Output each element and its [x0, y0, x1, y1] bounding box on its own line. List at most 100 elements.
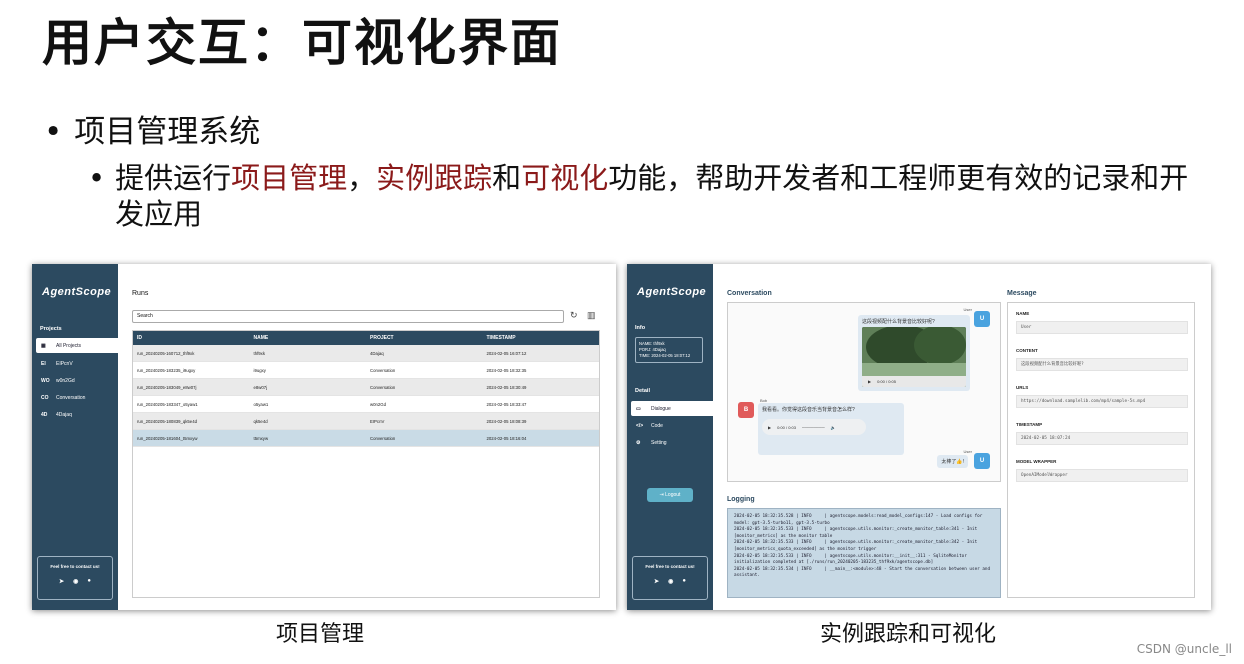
- table-row[interactable]: run_20240205-180839_qk5e4d qk5e4d EIPcnV 20…: [133, 413, 599, 430]
- cell-id: run_20240205-183235_i9ugxy: [137, 367, 196, 373]
- cell-project: w0n2Gd: [370, 401, 387, 407]
- sidebar-item-label: All Projects: [56, 342, 82, 349]
- message-panel: NAME User CONTENT 这段视频配什么背景音比较好呢? URLS h…: [1007, 302, 1195, 598]
- table-header: ID NAME PROJECT TIMESTAMP: [133, 331, 599, 345]
- audio-player[interactable]: ▶ 0:00 / 0:03 ──────── 🔈: [762, 419, 866, 435]
- message-text: 这段视频配什么背景音比较好呢?: [862, 319, 935, 325]
- sidebar-item-setting[interactable]: ⚙ Setting: [631, 435, 713, 450]
- bullet-level1: • 项目管理系统: [44, 112, 260, 152]
- chat-icon: ▭: [636, 405, 641, 412]
- bob-avatar: B: [738, 402, 754, 418]
- cell-id: run_20240205-183049_e8w07j: [137, 384, 197, 390]
- logout-label: Logout: [665, 492, 681, 498]
- sidebar-item-project[interactable]: EI EIPcnV: [36, 356, 118, 371]
- contact-label: Feel free to contact us!: [645, 564, 695, 569]
- highlight-instance-tracking: 实例跟踪: [376, 161, 493, 195]
- cell-project: Conversation: [370, 435, 396, 441]
- logout-button[interactable]: ⇥ Logout: [647, 488, 693, 502]
- cell-timestamp: 2024-02-05 18:16:04: [486, 435, 527, 441]
- column-header[interactable]: ID: [133, 335, 250, 341]
- code-icon: </>: [636, 422, 644, 429]
- conversation-panel: User U 这段视频配什么背景音比较好呢? ▶ 0:00 / 0:05 Bob…: [727, 302, 1001, 482]
- video-time: 0:00 / 0:05: [877, 379, 896, 384]
- sidebar: AgentScope Projects ▦ All Projects EI EI…: [32, 264, 118, 610]
- cell-project: EIPcnV: [370, 418, 385, 424]
- table-row-selected[interactable]: run_20240205-181604_t5mxyw t5mxyw Conversa…: [133, 430, 599, 447]
- logo: AgentScope: [637, 286, 707, 298]
- table-row[interactable]: run_20240205-183235_i9ugxy i9ugxy Conversa…: [133, 362, 599, 379]
- play-icon[interactable]: ▶: [868, 379, 871, 384]
- cell-project: 4Dajaq: [370, 350, 384, 356]
- field-label: TIMESTAMP: [1016, 422, 1043, 427]
- sidebar: AgentScope Info NAME: thf9xk PORJ: 4Daja…: [627, 264, 713, 610]
- contact-label: Feel free to contact us!: [50, 564, 100, 569]
- user-avatar: U: [974, 311, 990, 327]
- log-output: 2024-02-05 18:32:35.528 | INFO | agentsc…: [727, 508, 1001, 598]
- info-label: Info: [635, 325, 646, 331]
- wechat-icon[interactable]: ●: [682, 578, 686, 585]
- cell-timestamp: 2024-02-05 18:32:35: [486, 367, 527, 373]
- sidebar-item-project[interactable]: 4D 4Dajaq: [36, 407, 118, 422]
- volume-icon[interactable]: 🔈: [831, 425, 836, 430]
- cell-timestamp: 2024-02-05 18:33:47: [486, 401, 527, 407]
- field-label: NAME: [1016, 311, 1030, 316]
- search-input[interactable]: Search: [132, 310, 564, 323]
- cell-id: run_20240205-160712_thf9xk: [137, 350, 195, 356]
- run-info-box: NAME: thf9xk PORJ: 4Dajaq TIME: 2024-02-…: [635, 337, 703, 363]
- wechat-icon[interactable]: ●: [87, 578, 91, 585]
- table-row[interactable]: run_20240205-183049_e8w07j e8w07j Conversa…: [133, 379, 599, 396]
- bullet1-text: 项目管理系统: [74, 114, 261, 150]
- project-abbr: WO: [41, 377, 50, 384]
- logo: AgentScope: [42, 286, 112, 298]
- field-label: URLS: [1016, 385, 1029, 390]
- logout-icon: ⇥: [659, 492, 664, 498]
- message-text: 我看看。你觉得这段音乐当背景音怎么样?: [762, 407, 855, 413]
- contact-box: Feel free to contact us! ➤ ◉ ●: [632, 556, 708, 600]
- video-controls[interactable]: ▶ 0:00 / 0:05: [862, 376, 966, 387]
- cell-name: i9ugxy: [253, 367, 266, 373]
- sidebar-item-label: Conversation: [56, 394, 86, 401]
- slide-title: 用户交互：可视化界面: [42, 14, 562, 72]
- column-header[interactable]: NAME: [250, 335, 367, 341]
- discord-icon[interactable]: ◉: [73, 578, 78, 585]
- bullet-dot: •: [88, 161, 106, 195]
- audio-progress[interactable]: ────────: [802, 425, 825, 430]
- projects-label: Projects: [40, 326, 62, 332]
- sidebar-item-label: 4Dajaq: [56, 411, 72, 418]
- play-icon[interactable]: ▶: [768, 425, 771, 430]
- video-player[interactable]: ▶ 0:00 / 0:05: [862, 327, 966, 387]
- cursor-icon[interactable]: ➤: [654, 578, 659, 585]
- audio-time: 0:00 / 0:03: [777, 424, 796, 430]
- speaker-user: User: [963, 449, 972, 454]
- cell-project: Conversation: [370, 384, 396, 390]
- bullet-dot: •: [44, 114, 63, 150]
- gear-icon: ⚙: [636, 439, 641, 446]
- field-value: User: [1016, 321, 1188, 334]
- caption-right: 实例跟踪和可视化: [820, 622, 997, 647]
- user-message: 太棒了👍!: [937, 455, 968, 468]
- sidebar-item-project[interactable]: CO Conversation: [36, 390, 118, 405]
- refresh-icon[interactable]: ↻: [570, 310, 578, 321]
- bob-message: 我看看。你觉得这段音乐当背景音怎么样? ▶ 0:00 / 0:03 ──────…: [758, 403, 904, 455]
- info-line: TIME: 2024-02-05 18:07:12: [639, 353, 691, 358]
- field-value: 这段视频配什么背景音比较好呢?: [1016, 358, 1188, 371]
- sidebar-item-code[interactable]: </> Code: [631, 418, 713, 433]
- table-row[interactable]: run_20240205-183347_o5yaw1 o5yaw1 w0n2Gd 20…: [133, 396, 599, 413]
- watermark: CSDN @uncle_ll: [1136, 642, 1232, 656]
- cell-id: run_20240205-183347_o5yaw1: [137, 401, 198, 407]
- sidebar-item-project[interactable]: WO w0n2Gd: [36, 373, 118, 388]
- sidebar-item-dialogue[interactable]: ▭ Dialogue: [631, 401, 713, 416]
- sidebar-item-all-projects[interactable]: ▦ All Projects: [36, 338, 118, 353]
- column-header[interactable]: PROJECT: [366, 335, 483, 341]
- column-header[interactable]: TIMESTAMP: [483, 335, 600, 341]
- highlight-visualization: 可视化: [521, 161, 609, 195]
- field-value: OpenAIModelWrapper: [1016, 469, 1188, 482]
- table-row[interactable]: run_20240205-160712_thf9xk thf9xk 4Dajaq 20…: [133, 345, 599, 362]
- columns-icon[interactable]: ▥: [587, 310, 596, 321]
- project-abbr: 4D: [41, 411, 48, 418]
- bullet2-part: 和: [492, 161, 522, 195]
- runs-table: ID NAME PROJECT TIMESTAMP run_20240205-1…: [132, 330, 600, 598]
- field-value: 2024-02-05 18:07:24: [1016, 432, 1188, 445]
- discord-icon[interactable]: ◉: [668, 578, 673, 585]
- cursor-icon[interactable]: ➤: [59, 578, 64, 585]
